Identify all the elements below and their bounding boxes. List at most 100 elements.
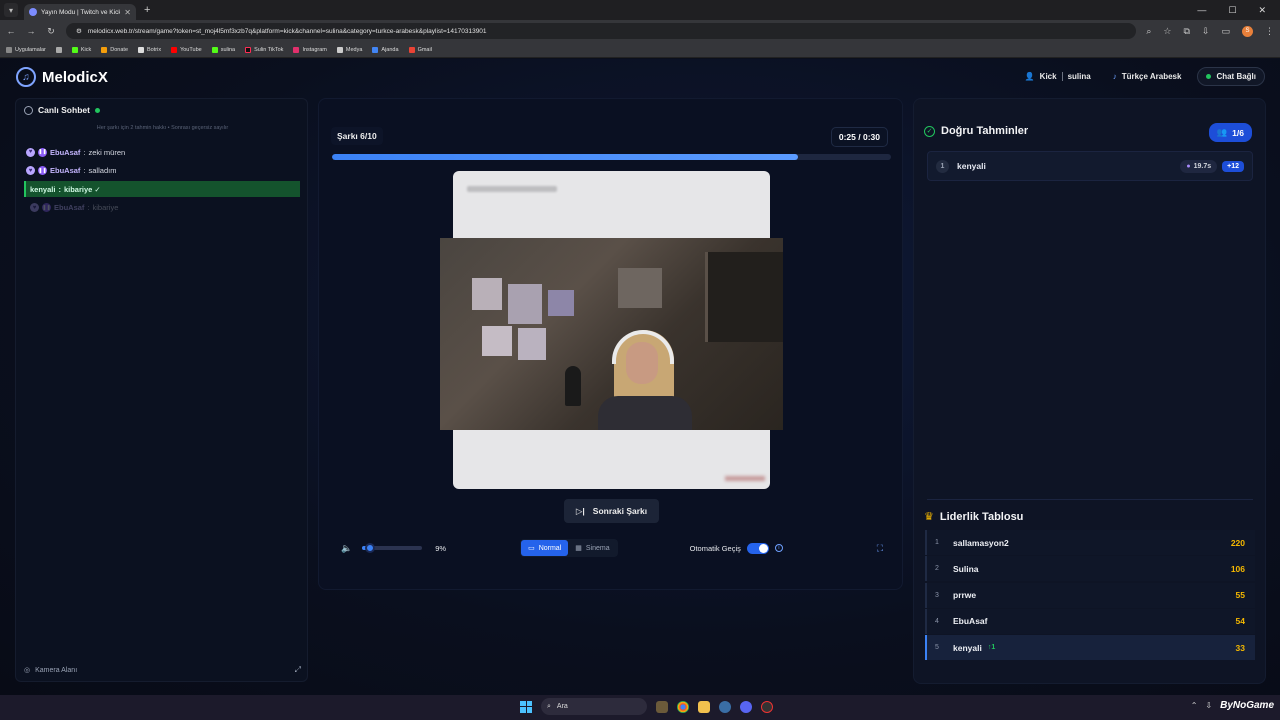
app-icon[interactable] xyxy=(719,700,731,713)
monitor-icon: ▭ xyxy=(528,545,535,552)
chat-status: Chat Bağlı xyxy=(1216,72,1256,81)
close-window-icon[interactable]: ✕ xyxy=(1258,5,1266,16)
usb-icon[interactable]: ⇩ xyxy=(1205,701,1212,710)
windows-start-icon[interactable] xyxy=(520,700,532,713)
platform-pill: 👤 Kick sulina xyxy=(1019,68,1097,85)
leaderboard-row: 2 Sulina 106 xyxy=(925,556,1255,582)
pause-badge-icon: ❚❚ xyxy=(38,147,47,157)
score: 54 xyxy=(1235,616,1245,627)
tray-expand-icon[interactable]: ⌃ xyxy=(1191,701,1198,710)
downloads-icon[interactable]: ⇩ xyxy=(1202,26,1210,37)
discord-icon[interactable] xyxy=(740,700,752,713)
streamer xyxy=(598,330,692,430)
app-root: ♫ MelodicX 👤 Kick sulina ♪ Türkçe Arabes… xyxy=(0,59,1280,695)
bookmark-youtube[interactable]: YouTube xyxy=(171,46,202,53)
tab-search-icon[interactable]: ▾ xyxy=(4,3,18,17)
obs-icon[interactable] xyxy=(761,700,773,713)
search-icon: ⌕ xyxy=(547,702,551,710)
webcam-feed xyxy=(440,238,783,430)
song-progress-bar xyxy=(332,154,891,160)
auto-advance-toggle[interactable] xyxy=(746,542,769,554)
sidebar-icon[interactable]: ▭ xyxy=(1221,26,1230,37)
rank-change: ↑1 xyxy=(987,644,996,652)
volume-icon[interactable]: 🔈 xyxy=(341,543,352,554)
score: 55 xyxy=(1235,590,1245,601)
volume-slider[interactable] xyxy=(362,543,423,553)
chat-title: Canlı Sohbet xyxy=(38,105,90,115)
expand-icon[interactable]: ⤢ xyxy=(295,665,301,675)
gmail-icon xyxy=(408,46,415,53)
chrome-icon[interactable] xyxy=(677,700,689,713)
headphones xyxy=(612,330,674,364)
chat-message: ♥ ❚❚ EbuAsaf: kibariye xyxy=(24,200,300,216)
time-current: 0:25 xyxy=(838,132,856,142)
player-name: EbuAsaf xyxy=(953,616,988,627)
tab-close-icon[interactable]: ✕ xyxy=(124,8,131,17)
folder-icon[interactable] xyxy=(698,700,710,713)
bookmarks-bar: Uygulamalar Kick Donate Botrix YouTube s… xyxy=(0,42,1280,58)
score: 220 xyxy=(1230,537,1245,548)
guess-points: +12 xyxy=(1222,160,1244,172)
back-icon[interactable]: ← xyxy=(6,26,16,36)
bookmark-instagram[interactable]: Instagram xyxy=(293,46,327,53)
leaderboard-row: 1 sallamasyon2 220 xyxy=(925,530,1255,555)
forward-icon[interactable]: → xyxy=(26,26,36,36)
leaderboard-row: 3 prrwe 55 xyxy=(925,582,1255,608)
rank: 3 xyxy=(935,591,939,599)
browser-tab[interactable]: Yayın Modu | Twitch ve Kick ✕ xyxy=(24,4,136,20)
user-icon: ● xyxy=(1186,162,1191,170)
bookmark-gmail[interactable]: Gmail xyxy=(408,46,432,53)
correct-guesses-header: ✓ Doğru Tahminler xyxy=(924,125,1028,137)
view-mode-toggle: ▭ Normal ▦ Sinema xyxy=(520,539,618,557)
brand-logo[interactable]: ♫ MelodicX xyxy=(16,67,108,87)
botrix-icon xyxy=(138,46,145,53)
bookmark-donate[interactable]: Donate xyxy=(101,46,128,53)
profile-avatar[interactable]: S xyxy=(1242,25,1253,37)
guess-row: 1 kenyali ● 19.7s +12 xyxy=(927,151,1253,181)
window-controls: — ☐ ✕ xyxy=(1197,5,1280,16)
search-placeholder: Ara xyxy=(556,703,568,710)
extensions-icon[interactable]: ⧉ xyxy=(1184,26,1190,37)
bookmark-medya[interactable]: Medya xyxy=(336,46,362,53)
song-counter: Şarkı 6/10 xyxy=(331,127,383,145)
url-field[interactable]: ⚙ melodicx.web.tr/stream/game?token=st_m… xyxy=(66,23,1137,39)
message-user: EbuAsaf xyxy=(54,203,85,212)
bookmark-kick[interactable]: Kick xyxy=(71,46,91,53)
bookmark-sulina[interactable]: sulina xyxy=(211,46,235,53)
bookmark-botrix[interactable]: Botrix xyxy=(138,46,161,53)
chat-panel: Canlı Sohbet Her şarkı için 2 tahmin hak… xyxy=(15,98,308,682)
fullscreen-icon[interactable]: ⛶ xyxy=(877,543,883,554)
menu-icon[interactable]: ⋮ xyxy=(1265,26,1274,37)
bookmark-ajanda[interactable]: Ajanda xyxy=(372,46,399,53)
taskbar-search[interactable]: ⌕ Ara xyxy=(541,698,647,715)
reload-icon[interactable]: ↻ xyxy=(46,26,56,37)
leaderboard-row: 4 EbuAsaf 54 xyxy=(925,608,1255,634)
rank: 2 xyxy=(935,565,939,573)
online-dot-icon xyxy=(1206,74,1212,79)
widget-icon[interactable] xyxy=(656,700,668,713)
bookmark-tiktok[interactable]: Sulin TikTok xyxy=(245,46,283,53)
rank: 5 xyxy=(935,644,939,652)
site-info-icon[interactable]: ⚙ xyxy=(76,27,82,35)
mode-cinema-button[interactable]: ▦ Sinema xyxy=(568,540,616,556)
skip-icon: ▷| xyxy=(575,505,585,516)
bookmark-grid[interactable] xyxy=(55,46,62,53)
chat-bubble-icon xyxy=(24,105,33,115)
volume-knob[interactable] xyxy=(364,543,375,553)
new-tab-icon[interactable]: + xyxy=(144,4,150,16)
time-separator: / xyxy=(858,132,861,142)
leaderboard-row-highlighted: 5 kenyali ↑1 33 xyxy=(925,635,1255,661)
next-song-button[interactable]: ▷| Sonraki Şarkı xyxy=(564,499,659,523)
mode-normal-button[interactable]: ▭ Normal xyxy=(521,540,569,556)
minimize-icon[interactable]: — xyxy=(1197,5,1206,16)
info-icon[interactable]: i xyxy=(774,544,783,552)
pause-badge-icon: ❚❚ xyxy=(42,203,51,212)
watermark-logo: ByNoGame xyxy=(1220,700,1274,711)
live-dot-icon xyxy=(94,107,100,113)
bookmark-star-icon[interactable]: ☆ xyxy=(1163,26,1171,37)
maximize-icon[interactable]: ☐ xyxy=(1228,5,1236,16)
zoom-icon[interactable]: ⌕ xyxy=(1146,26,1151,37)
rank: 4 xyxy=(935,617,939,625)
chat-status-pill: Chat Bağlı xyxy=(1197,67,1265,86)
bookmark-apps[interactable]: Uygulamalar xyxy=(6,46,46,53)
